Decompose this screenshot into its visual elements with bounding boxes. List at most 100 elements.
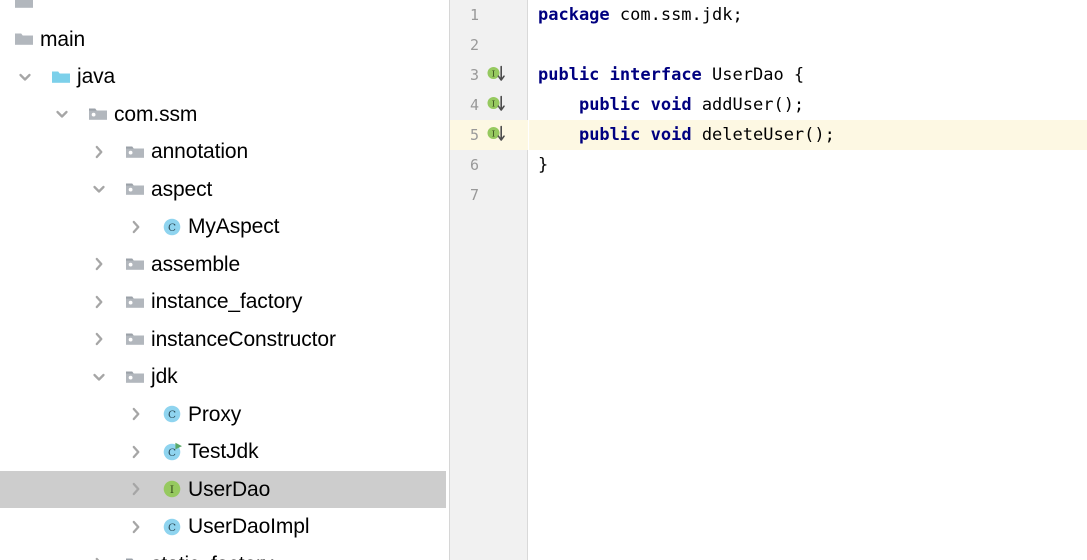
code-line[interactable]: public interface UserDao { bbox=[529, 60, 1087, 90]
tree-row[interactable]: C Proxy bbox=[0, 396, 447, 434]
source-folder-icon bbox=[49, 58, 73, 96]
tree-row[interactable]: C MyAspect bbox=[0, 208, 447, 246]
tree-row[interactable]: java bbox=[0, 58, 447, 96]
chevron-right-icon[interactable] bbox=[88, 321, 110, 359]
tree-row[interactable]: jdk bbox=[0, 358, 447, 396]
tree-row-label: instanceConstructor bbox=[151, 327, 336, 351]
package-folder-icon bbox=[123, 171, 147, 209]
runnable-class-icon: C bbox=[160, 433, 184, 471]
gutter-line[interactable]: 2 bbox=[450, 30, 528, 60]
class-icon: C bbox=[160, 396, 184, 434]
chevron-right-icon[interactable] bbox=[125, 208, 147, 246]
chevron-right-icon[interactable] bbox=[88, 246, 110, 284]
code-token: } bbox=[538, 155, 549, 175]
code-token: void bbox=[650, 125, 692, 145]
code-token: deleteUser(); bbox=[691, 125, 835, 145]
tree-row[interactable]: C UserDaoImpl bbox=[0, 508, 447, 546]
tree-row[interactable]: com.ssm bbox=[0, 96, 447, 134]
gutter-line[interactable]: 1 bbox=[450, 0, 528, 30]
editor-gutter[interactable]: 123I4I5I67 bbox=[450, 0, 528, 560]
line-number: 4 bbox=[469, 96, 479, 114]
code-line[interactable]: package com.ssm.jdk; bbox=[529, 0, 1087, 30]
line-number: 7 bbox=[469, 186, 479, 204]
tree-row[interactable]: C TestJdk bbox=[0, 433, 447, 471]
chevron-right-icon[interactable] bbox=[125, 396, 147, 434]
package-folder-icon bbox=[123, 358, 147, 396]
code-line-current[interactable]: public void deleteUser(); bbox=[529, 120, 1087, 150]
tree-row[interactable]: instanceConstructor bbox=[0, 321, 447, 359]
svg-text:C: C bbox=[168, 522, 176, 534]
tree-scrollbar-track[interactable] bbox=[428, 0, 441, 560]
tree-row[interactable]: annotation bbox=[0, 133, 447, 171]
code-token: public bbox=[578, 125, 641, 145]
folder-icon bbox=[12, 21, 36, 59]
code-line[interactable]: public void addUser(); bbox=[529, 90, 1087, 120]
project-tree[interactable]: main java com.ssm annotation aspect C MyAspect… bbox=[0, 0, 447, 560]
tree-row-label: java bbox=[77, 65, 116, 88]
chevron-down-icon[interactable] bbox=[14, 58, 36, 96]
svg-text:I: I bbox=[492, 130, 495, 139]
folder-icon bbox=[12, 0, 36, 21]
interface-icon: I bbox=[160, 471, 184, 509]
package-folder-icon bbox=[123, 321, 147, 359]
gutter-line[interactable]: 7 bbox=[450, 180, 528, 210]
tree-row[interactable] bbox=[0, 0, 447, 21]
code-token: com.ssm.jdk; bbox=[609, 5, 743, 25]
tree-row-label: annotation bbox=[151, 140, 249, 163]
chevron-down-icon[interactable] bbox=[88, 358, 110, 396]
tree-row-label: UserDaoImpl bbox=[188, 515, 310, 538]
chevron-right-icon[interactable] bbox=[125, 471, 147, 509]
tree-row-label: aspect bbox=[151, 177, 213, 201]
tree-row-label: com.ssm bbox=[114, 102, 198, 126]
tree-row-label: UserDao bbox=[188, 477, 271, 501]
implemented-by-icon[interactable]: I bbox=[486, 95, 508, 115]
gutter-line[interactable]: 4I bbox=[450, 90, 528, 120]
chevron-right-icon[interactable] bbox=[88, 283, 110, 321]
tree-row-label: TestJdk bbox=[188, 440, 259, 463]
code-editor-panel[interactable]: 123I4I5I67 package com.ssm.jdk; public i… bbox=[450, 0, 1087, 560]
code-token: addUser(); bbox=[691, 95, 805, 115]
code-content[interactable]: package com.ssm.jdk; public interface Us… bbox=[529, 0, 1087, 560]
chevron-right-icon[interactable] bbox=[88, 133, 110, 171]
svg-text:C: C bbox=[168, 447, 176, 459]
tree-row-label: MyAspect bbox=[188, 215, 280, 238]
line-number: 6 bbox=[469, 156, 479, 174]
code-line[interactable]: } bbox=[529, 150, 1087, 180]
chevron-right-icon[interactable] bbox=[125, 433, 147, 471]
tree-row[interactable]: assemble bbox=[0, 246, 447, 284]
package-folder-icon bbox=[86, 96, 110, 134]
tree-row-label: Proxy bbox=[188, 402, 242, 426]
project-tree-panel[interactable]: main java com.ssm annotation aspect C MyAspect… bbox=[0, 0, 447, 560]
package-folder-icon bbox=[123, 546, 147, 560]
chevron-down-icon[interactable] bbox=[51, 96, 73, 134]
gutter-line[interactable]: 6 bbox=[450, 150, 528, 180]
ide-window: main java com.ssm annotation aspect C MyAspect… bbox=[0, 0, 1087, 560]
tree-row[interactable]: main bbox=[0, 21, 447, 59]
implemented-by-icon[interactable]: I bbox=[486, 65, 508, 85]
code-line[interactable] bbox=[529, 180, 1087, 210]
package-folder-icon bbox=[123, 283, 147, 321]
line-number: 2 bbox=[469, 36, 479, 54]
tree-row-label: jdk bbox=[151, 365, 178, 388]
svg-text:I: I bbox=[170, 484, 174, 496]
gutter-line[interactable]: 5I bbox=[450, 120, 528, 150]
class-icon: C bbox=[160, 508, 184, 546]
tree-row-selected[interactable]: I UserDao bbox=[0, 470, 447, 509]
chevron-down-icon[interactable] bbox=[88, 171, 110, 209]
chevron-right-icon[interactable] bbox=[125, 508, 147, 546]
svg-text:I: I bbox=[492, 100, 495, 109]
tree-row-label: assemble bbox=[151, 252, 241, 276]
chevron-right-icon[interactable] bbox=[88, 546, 110, 560]
tree-row[interactable]: static_factory bbox=[0, 546, 447, 560]
tree-row[interactable]: instance_factory bbox=[0, 283, 447, 321]
gutter-line[interactable]: 3I bbox=[450, 60, 528, 90]
tree-row[interactable]: aspect bbox=[0, 171, 447, 209]
tree-row-label: instance_factory bbox=[151, 290, 303, 313]
implemented-by-icon[interactable]: I bbox=[486, 125, 508, 145]
line-number: 5 bbox=[469, 126, 479, 144]
line-number: 3 bbox=[469, 66, 479, 84]
code-line[interactable] bbox=[529, 30, 1087, 60]
